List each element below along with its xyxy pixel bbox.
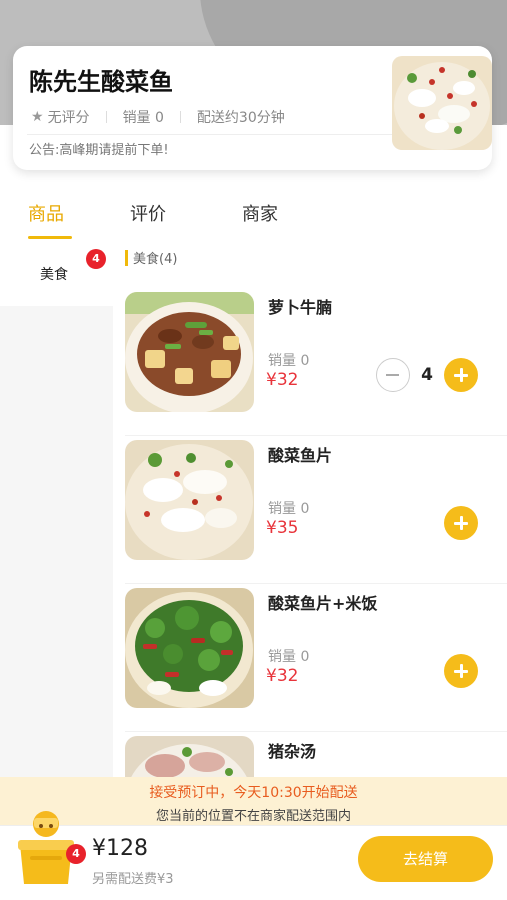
product-price: ¥35 <box>266 518 299 538</box>
delivery-fee: 另需配送费¥3 <box>92 872 174 887</box>
category-count-badge: 4 <box>86 249 106 269</box>
shop-rating: 无评分 <box>47 110 90 126</box>
minus-icon[interactable] <box>376 358 410 392</box>
product-name: 萝卜牛腩 <box>268 298 333 317</box>
product-price: ¥32 <box>266 666 299 686</box>
divider <box>105 111 107 123</box>
checkout-button[interactable]: 去结算 <box>358 836 493 882</box>
product-image[interactable] <box>125 292 254 412</box>
product-name: 酸菜鱼片+米饭 <box>268 594 378 613</box>
tab-bar: 商品 评价 商家 <box>0 190 507 239</box>
tab-reviews[interactable]: 评价 <box>130 200 166 226</box>
product-sales: 销量 0 <box>268 501 310 517</box>
product-image[interactable] <box>125 440 254 560</box>
star-icon: ★ <box>31 109 44 125</box>
product-quantity: 4 <box>421 365 433 385</box>
category-item-food[interactable]: 美食 4 <box>0 240 113 306</box>
section-title: 美食(4) <box>133 252 178 267</box>
cart-total: ¥128 <box>92 836 148 861</box>
product-name: 酸菜鱼片 <box>268 446 333 465</box>
plus-icon[interactable] <box>444 358 478 392</box>
product-item: 酸菜鱼片+米饭 销量 0 ¥32 <box>113 584 507 732</box>
shop-logo-image <box>392 56 492 150</box>
cart-count-badge: 4 <box>66 844 86 864</box>
cart-bar: 4 ¥128 另需配送费¥3 去结算 <box>0 811 507 900</box>
plus-icon[interactable] <box>444 506 478 540</box>
product-name: 猪杂汤 <box>268 742 317 761</box>
delivery-time: 配送约30分钟 <box>196 110 285 126</box>
product-image[interactable] <box>125 736 254 777</box>
product-price: ¥32 <box>266 370 299 390</box>
product-item: 萝卜牛腩 销量 0 ¥32 4 <box>113 288 507 436</box>
product-item: 酸菜鱼片 销量 0 ¥35 <box>113 436 507 584</box>
category-sidebar: 美食 4 <box>0 240 113 825</box>
section-header: 美食(4) <box>125 248 177 267</box>
tab-active-indicator <box>28 236 72 239</box>
divider <box>179 111 181 123</box>
product-image[interactable] <box>125 588 254 708</box>
product-sales: 销量 0 <box>268 649 310 665</box>
product-sales: 销量 0 <box>268 353 310 369</box>
preorder-notice: 接受预订中，今天10:30开始配送 <box>149 785 358 801</box>
shop-name: 陈先生酸菜鱼 <box>29 68 173 96</box>
shop-stats: ★ 无评分 销量 0 配送约30分钟 <box>31 107 285 127</box>
section-marker <box>125 249 128 266</box>
shop-sales: 销量 0 <box>122 110 164 126</box>
category-label: 美食 <box>40 267 68 283</box>
tab-goods[interactable]: 商品 <box>28 200 64 226</box>
shop-notice[interactable]: 公告:高峰期请提前下单! <box>29 139 169 158</box>
shop-info-card: 陈先生酸菜鱼 ★ 无评分 销量 0 配送约30分钟 公告:高峰期请提前下单! <box>13 46 492 170</box>
tab-merchant[interactable]: 商家 <box>242 200 278 226</box>
product-item: 猪杂汤 <box>113 732 507 777</box>
plus-icon[interactable] <box>444 654 478 688</box>
